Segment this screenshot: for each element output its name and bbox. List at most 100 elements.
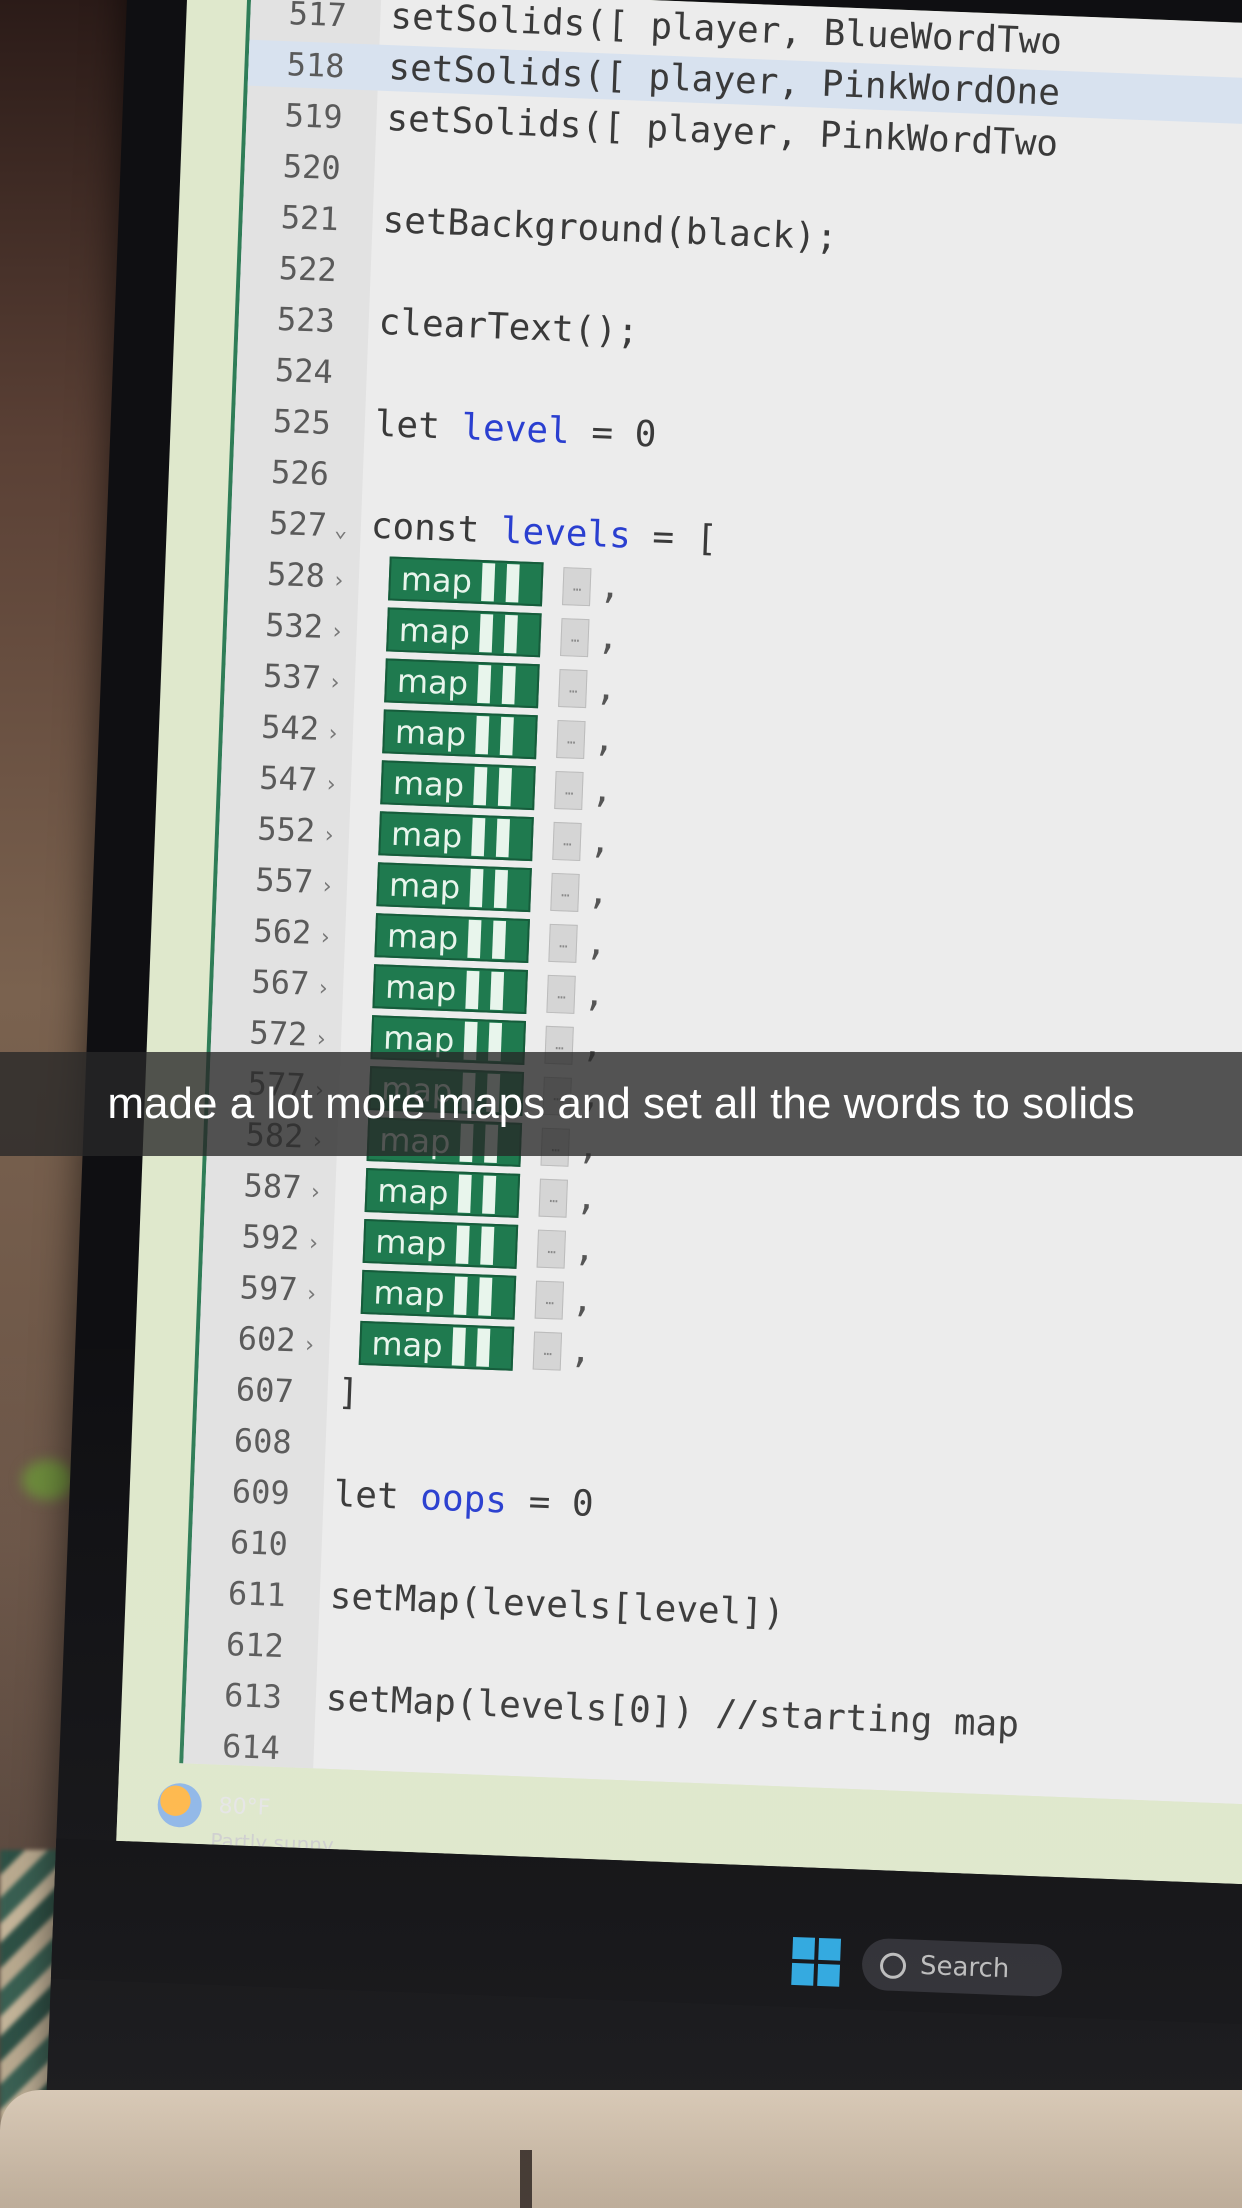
line-number: 609 [231,1472,291,1513]
fold-toggle-icon[interactable]: › [324,558,354,605]
search-icon [879,1951,907,1979]
fold-toggle-icon[interactable]: › [308,966,338,1013]
collapsed-map-ellipsis[interactable]: … [539,1178,569,1218]
code-text: ] [336,1372,361,1414]
line-number: 524 [274,350,334,392]
fold-toggle-icon[interactable]: › [300,1170,330,1217]
map-token[interactable]: map ▌▌ [382,709,539,760]
line-number: 552 [256,809,316,850]
line-number: 542 [260,707,320,748]
line-number: 518 [286,45,346,86]
fold-toggle-icon[interactable]: › [295,1322,325,1369]
line-number: 597 [239,1268,299,1309]
line-number: 602 [237,1319,297,1360]
line-number: 520 [282,147,342,188]
fold-toggle-icon[interactable]: › [314,813,344,860]
collapsed-map-ellipsis[interactable]: … [546,974,577,1014]
map-token[interactable]: map ▌▌ [362,1218,519,1269]
map-token[interactable]: map ▌▌ [384,658,541,709]
collapsed-map-ellipsis[interactable]: … [537,1229,567,1269]
code-text: map ▌▌…, [327,1217,597,1273]
code-text: clearText(); [377,301,640,353]
line-number: 592 [241,1217,301,1258]
line-number: 587 [242,1166,303,1207]
line-number: 522 [278,248,338,290]
caption-text: made a lot more maps and set all the wor… [107,1079,1135,1128]
weather-temperature: 80°F [218,1793,271,1821]
collapsed-map-ellipsis[interactable]: … [552,821,583,861]
line-number: 526 [270,452,330,494]
partly-sunny-icon [156,1782,203,1829]
collapsed-map-ellipsis[interactable]: … [554,770,585,811]
fold-toggle-icon[interactable]: › [320,660,350,707]
line-number: 610 [229,1523,289,1564]
code-text: map ▌▌…, [325,1268,595,1324]
map-token[interactable]: map ▌▌ [376,862,533,913]
line-number: 527 [268,503,328,544]
fold-toggle-icon[interactable]: › [318,711,348,758]
code-text: let oops = 0 [332,1473,595,1525]
line-number: 612 [225,1624,285,1666]
code-text: map ▌▌…, [338,911,608,967]
fold-toggle-icon[interactable]: › [296,1271,326,1318]
map-token[interactable]: map ▌▌ [372,964,529,1015]
fold-toggle-icon[interactable]: › [316,762,346,809]
taskbar-search[interactable]: Search [861,1937,1063,1998]
map-token[interactable]: map ▌▌ [380,760,537,811]
map-token[interactable]: map ▌▌ [374,913,531,964]
collapsed-map-ellipsis[interactable]: … [556,720,587,760]
code-text: map ▌▌…, [344,758,614,814]
fold-toggle-icon[interactable]: ⌄ [326,507,356,554]
line-number: 521 [280,198,340,239]
line-number: 523 [276,299,336,341]
line-number: 572 [248,1013,309,1054]
collapsed-map-ellipsis[interactable]: … [548,923,579,963]
collapsed-map-ellipsis[interactable]: … [560,618,590,658]
fold-toggle-icon[interactable]: › [322,609,352,656]
line-number: 607 [235,1370,295,1411]
line-number: 567 [250,962,311,1003]
code-text: map ▌▌…, [352,554,622,610]
code-text: map ▌▌…, [340,860,610,916]
map-token[interactable]: map ▌▌ [388,556,545,607]
line-number: 611 [227,1574,287,1615]
collapsed-map-ellipsis[interactable]: … [533,1331,563,1371]
code-text: map ▌▌…, [350,605,620,661]
monitor-screen: 517 setSolids([ player, BlueWordTwo 518 set… [116,0,1242,1886]
fold-toggle-icon[interactable]: › [312,864,342,911]
fold-toggle-icon[interactable]: › [310,915,340,962]
code-text: let level = 0 [374,403,658,456]
code-text: map ▌▌…, [329,1166,599,1222]
windows-start-icon[interactable] [791,1936,842,1987]
map-token[interactable]: map ▌▌ [360,1269,517,1320]
line-number: 517 [288,0,348,35]
map-token[interactable]: map ▌▌ [386,607,543,658]
collapsed-map-ellipsis[interactable]: … [562,567,592,607]
map-token[interactable]: map ▌▌ [364,1167,521,1218]
collapsed-map-ellipsis[interactable]: … [550,872,581,912]
line-number: 557 [254,860,314,901]
fold-toggle-icon[interactable]: › [298,1220,328,1267]
line-number: 547 [258,758,318,799]
photo-background: 517 setSolids([ player, BlueWordTwo 518 set… [0,0,1242,2208]
map-token[interactable]: map ▌▌ [378,811,535,862]
collapsed-map-ellipsis[interactable]: … [535,1280,565,1320]
line-number: 562 [252,911,312,952]
map-token[interactable]: map ▌▌ [358,1320,515,1371]
collapsed-map-ellipsis[interactable]: … [558,669,589,709]
